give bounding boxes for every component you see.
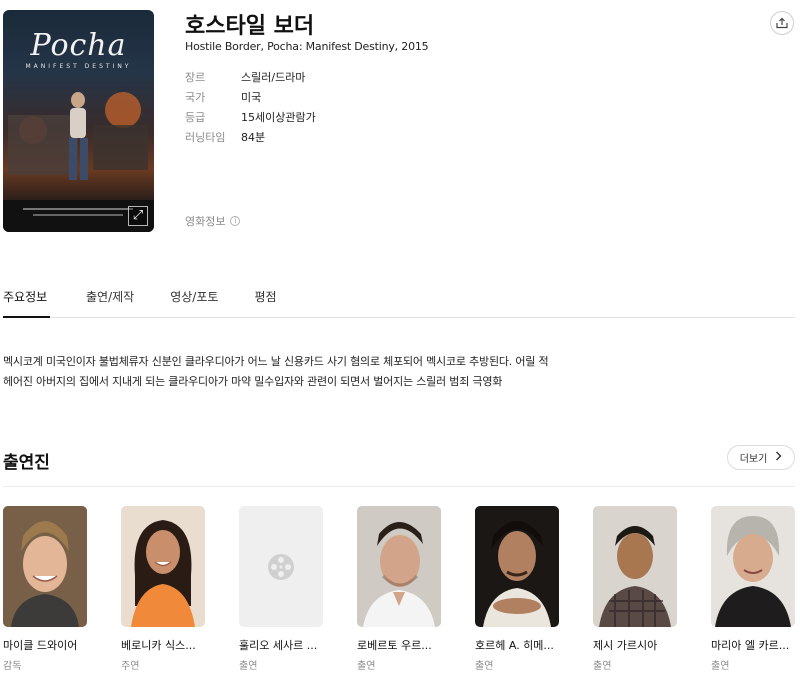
cast-item[interactable]: 마리아 엘 카르... 출연 [711, 506, 795, 672]
cast-item[interactable]: 베로니카 식스... 주연 [121, 506, 205, 672]
cast-name: 호르헤 A. 히메... [475, 639, 554, 652]
meta-value: 15세이상관람가 [241, 111, 316, 124]
tab-bar: 주요정보 출연/제작 영상/포토 평점 [3, 288, 795, 318]
cast-item[interactable]: 훌리오 세사르 ... 출연 [239, 506, 323, 672]
meta-value: 스릴러/드라마 [241, 71, 306, 84]
meta-row-runtime: 러닝타임 84분 [185, 128, 316, 148]
movie-title: 호스타일 보더 [185, 14, 315, 39]
cast-photo [593, 506, 677, 627]
cast-role: 주연 [121, 661, 140, 672]
cast-role: 출연 [593, 661, 612, 672]
tab-ratings[interactable]: 평점 [254, 288, 276, 318]
meta-value: 미국 [241, 91, 262, 104]
meta-key: 국가 [185, 91, 206, 104]
tab-video-photo[interactable]: 영상/포토 [170, 288, 218, 318]
tab-main-info[interactable]: 주요정보 [3, 288, 50, 318]
more-button[interactable]: 더보기 [727, 445, 795, 470]
share-icon [776, 17, 788, 29]
chevron-right-icon [775, 451, 782, 464]
poster-subtitle: MANIFEST DESTINY [25, 63, 132, 70]
cast-role: 감독 [3, 661, 22, 672]
cast-name: 베로니카 식스... [121, 639, 196, 652]
original-title: Hostile Border, Pocha: Manifest Destiny,… [185, 40, 429, 53]
cast-item[interactable]: 호르헤 A. 히메... 출연 [475, 506, 559, 672]
movie-info-link[interactable]: 영화정보 i [185, 213, 241, 229]
cast-photo [711, 506, 795, 627]
movie-meta: 장르 스릴러/드라마 국가 미국 등급 15세이상관람가 러닝타임 84분 [185, 68, 316, 148]
meta-key: 등급 [185, 111, 206, 124]
meta-key: 러닝타임 [185, 131, 226, 144]
cast-name: 마리아 엘 카르... [711, 639, 790, 652]
film-reel-icon [268, 553, 294, 580]
cast-name: 제시 가르시아 [593, 639, 658, 652]
meta-row-rating: 등급 15세이상관람가 [185, 108, 316, 128]
cast-photo [239, 506, 323, 627]
cast-photo [121, 506, 205, 627]
poster-title: Pocha [30, 28, 127, 63]
expand-icon[interactable]: ⤢ [128, 206, 148, 226]
cast-name: 마이클 드와이어 [3, 639, 78, 652]
cast-photo [475, 506, 559, 627]
movie-info-label: 영화정보 [185, 215, 226, 228]
cast-item[interactable]: 제시 가르시아 출연 [593, 506, 677, 672]
cast-role: 출연 [357, 661, 376, 672]
cast-role: 출연 [711, 661, 730, 672]
cast-photo [3, 506, 87, 627]
cast-name: 로베르토 우르... [357, 639, 432, 652]
cast-photo [357, 506, 441, 627]
info-icon: i [230, 216, 241, 226]
cast-item[interactable]: 마이클 드와이어 감독 [3, 506, 87, 672]
cast-role: 출연 [239, 661, 258, 672]
synopsis: 멕시코계 미국인이자 불법체류자 신분인 클라우디아가 어느 날 신용카드 사기… [3, 352, 603, 392]
synopsis-line: 헤어진 아버지의 집에서 지내게 되는 클라우디아가 마약 밀수입자와 관련이 … [3, 375, 503, 388]
movie-poster[interactable]: Pocha MANIFEST DESTINY ⤢ [3, 10, 154, 232]
share-button[interactable] [770, 11, 794, 35]
cast-section-title: 출연진 [3, 453, 50, 473]
meta-key: 장르 [185, 71, 206, 84]
section-divider [3, 486, 795, 487]
cast-item[interactable]: 로베르토 우르... 출연 [357, 506, 441, 672]
more-label: 더보기 [739, 454, 768, 465]
meta-value: 84분 [241, 131, 266, 144]
synopsis-line: 멕시코계 미국인이자 불법체류자 신분인 클라우디아가 어느 날 신용카드 사기… [3, 355, 549, 368]
cast-role: 출연 [475, 661, 494, 672]
tab-cast-crew[interactable]: 출연/제작 [86, 288, 134, 318]
meta-row-country: 국가 미국 [185, 88, 316, 108]
cast-name: 훌리오 세사르 ... [239, 639, 318, 652]
meta-row-genre: 장르 스릴러/드라마 [185, 68, 316, 88]
